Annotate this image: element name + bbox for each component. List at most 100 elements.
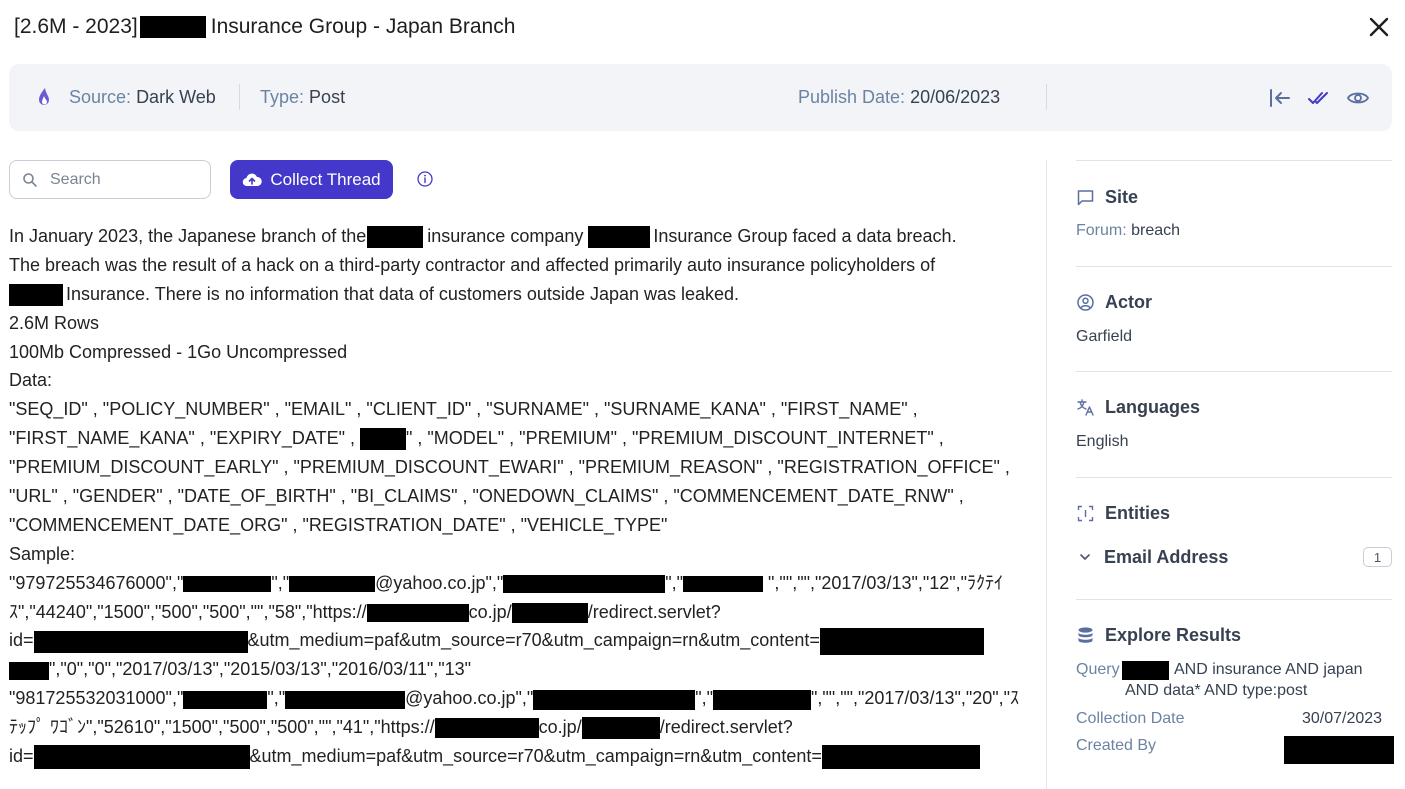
collect-thread-label: Collect Thread bbox=[270, 169, 381, 189]
redaction bbox=[289, 575, 376, 592]
redaction bbox=[821, 745, 980, 770]
text-segment: ","0","0","2017/03/13","2015/03/13","201… bbox=[49, 659, 472, 680]
translate-icon bbox=[1077, 399, 1094, 416]
section-label: Entities bbox=[1105, 503, 1171, 523]
section-label: Site bbox=[1105, 187, 1139, 207]
redaction bbox=[434, 718, 539, 739]
redaction bbox=[503, 574, 666, 593]
user-circle-icon bbox=[1077, 294, 1094, 311]
post-line: "979725534676000"," "," @yahoo.co.jp"," ","… bbox=[9, 569, 1024, 598]
source-value: Dark Web bbox=[136, 87, 216, 107]
redaction bbox=[183, 575, 272, 592]
post-line: "PREMIUM_DISCOUNT_EARLY" , "PREMIUM_DISC… bbox=[9, 457, 1010, 478]
email-address-entity-toggle[interactable]: Email Address 1 bbox=[1078, 545, 1392, 569]
post-line: id= &utm_medium=paf&utm_source=r70&utm_ca… bbox=[9, 626, 1024, 656]
section-divider bbox=[1076, 160, 1392, 161]
search-input[interactable] bbox=[50, 170, 200, 189]
close-icon[interactable] bbox=[1366, 14, 1392, 40]
post-line: In January 2023, the Japanese branch of … bbox=[9, 222, 1024, 251]
text-segment: Insurance. There is no information that … bbox=[66, 283, 740, 304]
query-line-1: AND insurance AND japan bbox=[1174, 661, 1363, 678]
entities-section-title: Entities bbox=[1076, 503, 1170, 524]
text-segment: insurance company bbox=[427, 226, 584, 246]
text-segment: " , "MODEL" , "PREMIUM" , "PREMIUM_DISCO… bbox=[406, 428, 944, 449]
redaction bbox=[33, 630, 248, 653]
title-suffix: Insurance Group - Japan Branch bbox=[210, 15, 516, 38]
text-segment: /redirect.servlet? bbox=[587, 601, 721, 622]
text-segment: "979725534676000"," bbox=[9, 572, 184, 593]
redaction bbox=[33, 745, 250, 770]
post-line: ﾃｯﾌﾟ ﾜｺﾞﾝ","52610","1500","500","500",""… bbox=[9, 713, 1024, 742]
redaction bbox=[139, 16, 206, 38]
redaction bbox=[367, 226, 424, 249]
post-line: "SEQ_ID" , "POLICY_NUMBER" , "EMAIL" , "… bbox=[9, 399, 918, 420]
text-segment: &utm_medium=paf&utm_source=r70&utm_campa… bbox=[249, 746, 822, 767]
text-segment: "FIRST_NAME_KANA" , "EXPIRY_DATE" , bbox=[9, 428, 355, 449]
publish-date-label: Publish Date: bbox=[798, 87, 906, 107]
text-segment: @yahoo.co.jp"," bbox=[405, 688, 534, 709]
redaction bbox=[713, 689, 812, 710]
redaction bbox=[581, 717, 660, 740]
redaction bbox=[285, 690, 406, 709]
redaction bbox=[360, 428, 406, 451]
panel-divider bbox=[1046, 160, 1047, 789]
type-label: Type: bbox=[260, 87, 305, 107]
redaction bbox=[819, 627, 984, 656]
exit-icon[interactable] bbox=[1268, 86, 1292, 110]
text-segment: /redirect.servlet? bbox=[659, 717, 793, 738]
collection-date-value: 30/07/2023 bbox=[1302, 710, 1383, 727]
divider bbox=[239, 84, 240, 110]
post-line: The breach was the result of a hack on a… bbox=[9, 254, 936, 275]
section-divider bbox=[1076, 266, 1392, 267]
post-line: Data: bbox=[9, 370, 53, 391]
text-segment: ","","","2017/03/13","20","ｽ bbox=[811, 688, 1020, 709]
explore-results-section-title: Explore Results bbox=[1076, 625, 1241, 646]
section-label: Explore Results bbox=[1105, 625, 1242, 645]
post-line: "URL" , "GENDER" , "DATE_OF_BIRTH" , "BI… bbox=[9, 486, 964, 507]
text-segment: id= bbox=[9, 630, 34, 651]
post-line: 100Mb Compressed - 1Go Uncompressed bbox=[9, 341, 348, 362]
eye-icon[interactable] bbox=[1346, 86, 1370, 110]
divider bbox=[1046, 84, 1047, 110]
source-label: Source: bbox=[69, 87, 132, 107]
site-forum: Forum: breach bbox=[1076, 222, 1180, 240]
redaction bbox=[1284, 736, 1394, 764]
query-label: Query bbox=[1076, 661, 1120, 678]
publish-date-value: 20/06/2023 bbox=[910, 87, 1001, 107]
search-icon bbox=[23, 172, 37, 187]
info-icon[interactable] bbox=[416, 170, 434, 188]
section-divider bbox=[1076, 371, 1392, 372]
actor-section-title: Actor bbox=[1076, 292, 1152, 313]
source-field: Source: Dark Web bbox=[69, 87, 216, 108]
redaction bbox=[533, 689, 696, 710]
text-segment: Insurance Group faced a data breach. bbox=[653, 226, 957, 246]
languages-value: English bbox=[1076, 433, 1129, 450]
page-title: [2.6M - 2023] Insurance Group - Japan Br… bbox=[14, 15, 515, 39]
text-segment: "," bbox=[695, 688, 714, 709]
scan-brackets-icon bbox=[1077, 505, 1094, 522]
double-check-icon[interactable] bbox=[1307, 86, 1331, 110]
text-segment: ｽ","44240","1500","500","500","","58","h… bbox=[9, 601, 367, 622]
redaction bbox=[366, 603, 469, 622]
modal-header: [2.6M - 2023] Insurance Group - Japan Br… bbox=[14, 12, 515, 42]
section-divider bbox=[1076, 599, 1392, 600]
text-segment: co.jp/ bbox=[468, 601, 512, 622]
text-segment: ﾃｯﾌﾟ ﾜｺﾞﾝ","52610","1500","500","500",""… bbox=[9, 717, 435, 738]
collect-thread-button[interactable]: Collect Thread bbox=[230, 160, 393, 199]
post-line: Sample: bbox=[9, 543, 76, 564]
type-value: Post bbox=[309, 87, 346, 107]
cloud-upload-icon bbox=[243, 173, 263, 186]
post-line: "FIRST_NAME_KANA" , "EXPIRY_DATE" , " , … bbox=[9, 424, 1024, 453]
database-icon bbox=[1078, 627, 1093, 643]
site-section-title: Site bbox=[1076, 187, 1138, 208]
chat-bubble-icon bbox=[1077, 190, 1094, 206]
publish-date-field: Publish Date: 20/06/2023 bbox=[798, 87, 1000, 108]
collection-date-label: Collection Date bbox=[1076, 710, 1185, 727]
title-prefix: [2.6M - 2023] bbox=[14, 15, 138, 38]
redaction bbox=[683, 575, 764, 592]
email-count-badge: 1 bbox=[1363, 547, 1392, 567]
dark-web-source-icon bbox=[39, 88, 49, 105]
search-box[interactable] bbox=[9, 160, 211, 199]
created-by-label: Created By bbox=[1076, 737, 1157, 754]
redaction bbox=[1122, 661, 1169, 680]
